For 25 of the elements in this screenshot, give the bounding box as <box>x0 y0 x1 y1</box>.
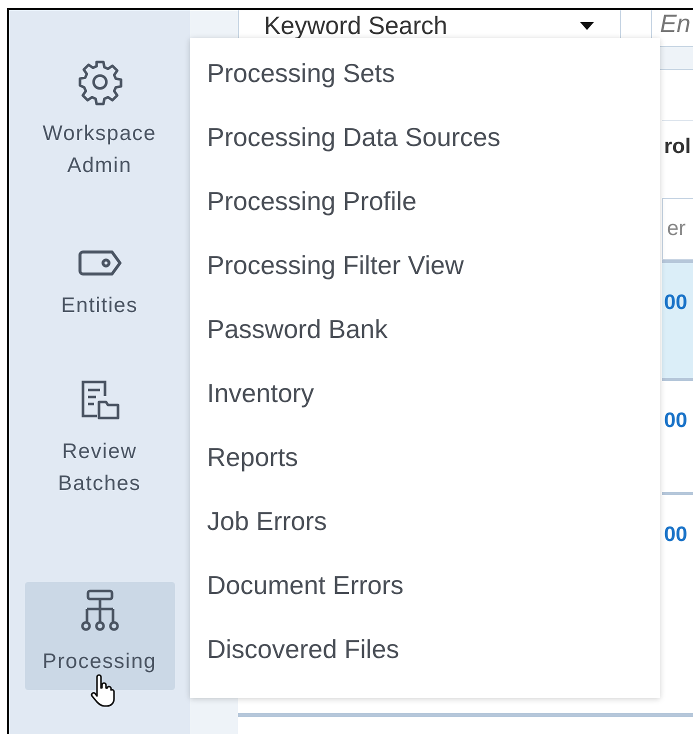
sidebar-item[interactable]: Processing <box>24 582 174 690</box>
menu-item[interactable]: Processing Data Sources <box>190 122 660 186</box>
menu-item[interactable]: Inventory <box>190 378 660 442</box>
table-link[interactable]: 00 <box>662 523 688 546</box>
hand-cursor-icon <box>89 674 115 708</box>
sidebar-item[interactable]: Workspace Admin <box>24 52 174 190</box>
table-row[interactable]: 00 <box>662 260 693 378</box>
settings-icon <box>76 58 124 106</box>
hierarchy-icon <box>80 588 120 634</box>
menu-item[interactable]: Processing Sets <box>190 58 660 122</box>
tag-icon <box>76 248 124 278</box>
sidebar-item[interactable]: Entities <box>24 242 174 330</box>
table-link[interactable]: 00 <box>662 291 688 314</box>
menu-item[interactable]: Document Errors <box>190 570 660 634</box>
menu-item[interactable]: Discovered Files <box>190 634 660 698</box>
menu-item[interactable]: Password Bank <box>190 314 660 378</box>
menu-item[interactable]: Job Errors <box>190 506 660 570</box>
sidebar-item[interactable]: Review Batches <box>24 372 174 508</box>
menu-item[interactable]: Processing Profile <box>190 186 660 250</box>
menu-item[interactable]: Reports <box>190 442 660 506</box>
caret-icon <box>580 22 594 30</box>
table-link[interactable]: 00 <box>662 409 688 432</box>
menu-item[interactable]: Processing Filter View <box>190 250 660 314</box>
column-header: rol <box>662 120 693 180</box>
filter-field[interactable]: er <box>662 198 693 260</box>
